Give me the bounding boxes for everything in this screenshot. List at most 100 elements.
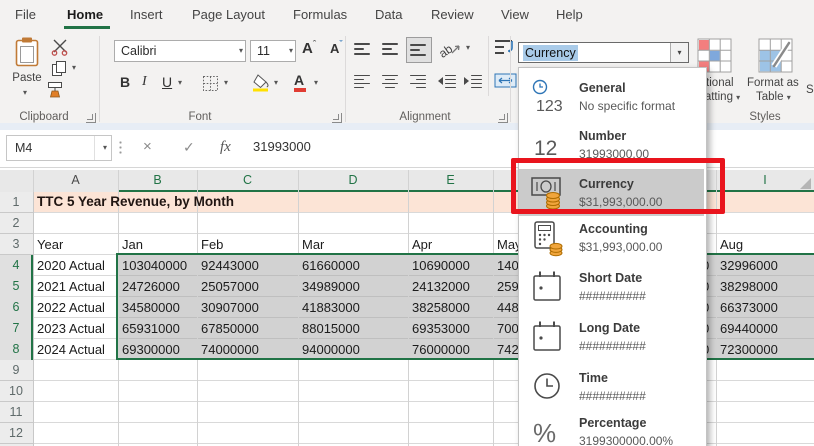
format-painter-button[interactable] <box>47 81 69 99</box>
tab-file[interactable]: File <box>15 0 36 29</box>
cell-c7[interactable]: 67850000 <box>201 318 259 339</box>
row-header-1[interactable]: 1 <box>0 192 32 213</box>
underline-chevron-icon[interactable]: ▾ <box>178 78 182 87</box>
tab-data[interactable]: Data <box>375 0 402 29</box>
tab-review[interactable]: Review <box>431 0 474 29</box>
tab-insert[interactable]: Insert <box>130 0 163 29</box>
name-box[interactable]: M4 ▾ <box>6 135 112 161</box>
font-color-button[interactable]: A <box>294 72 306 92</box>
cell-i3[interactable]: Aug <box>720 234 743 255</box>
cell-e7[interactable]: 69353000 <box>412 318 470 339</box>
cell-styles-clipped-label[interactable]: S <box>806 84 814 96</box>
cell-a6[interactable]: 2022 Actual <box>37 297 105 318</box>
enter-button[interactable]: ✓ <box>183 135 195 159</box>
format-as-table-label-line2[interactable]: Table ▾ <box>756 91 791 103</box>
decrease-indent-button[interactable] <box>438 73 456 89</box>
column-header-c[interactable]: C <box>197 170 298 191</box>
cell-f4-clipped[interactable]: 140 <box>497 255 518 276</box>
borders-button[interactable] <box>202 75 219 92</box>
font-dialog-launcher-icon[interactable] <box>332 113 342 123</box>
cell-f5-clipped[interactable]: 259 <box>497 276 518 297</box>
align-left-button[interactable] <box>354 73 370 89</box>
center-button[interactable] <box>382 73 398 89</box>
cell-d8[interactable]: 94000000 <box>302 339 360 360</box>
format-option-long-date[interactable]: Long Date ########## <box>519 316 704 362</box>
row-header-4[interactable]: 4 <box>0 255 32 276</box>
orientation-chevron-icon[interactable]: ▾ <box>466 43 470 52</box>
tab-formulas[interactable]: Formulas <box>293 0 347 29</box>
underline-button[interactable]: U <box>162 74 172 90</box>
cell-b6[interactable]: 34580000 <box>122 297 180 318</box>
cell-b8[interactable]: 69300000 <box>122 339 180 360</box>
cell-d3[interactable]: Mar <box>302 234 324 255</box>
format-option-short-date[interactable]: Short Date ########## <box>519 266 704 312</box>
row-header-12[interactable]: 12 <box>0 423 32 444</box>
cell-f8-clipped[interactable]: 742 <box>497 339 518 360</box>
wrap-text-button[interactable] <box>494 38 516 58</box>
cell-i4[interactable]: 32996000 <box>720 255 778 276</box>
increase-indent-button[interactable] <box>464 73 482 89</box>
row-header-6[interactable]: 6 <box>0 297 32 318</box>
orientation-button[interactable]: ab <box>438 39 462 59</box>
row-header-11[interactable]: 11 <box>0 402 32 423</box>
format-option-time[interactable]: Time ########## <box>519 366 704 412</box>
cell-e5[interactable]: 24132000 <box>412 276 470 297</box>
cancel-button[interactable]: × <box>143 135 152 159</box>
cell-e3[interactable]: Apr <box>412 234 432 255</box>
row-header-7[interactable]: 7 <box>0 318 32 339</box>
cell-a8[interactable]: 2024 Actual <box>37 339 105 360</box>
cell-d6[interactable]: 41883000 <box>302 297 360 318</box>
column-header-i[interactable]: I <box>716 170 814 191</box>
cell-c3[interactable]: Feb <box>201 234 223 255</box>
cell-a5[interactable]: 2021 Actual <box>37 276 105 297</box>
row-header-8[interactable]: 8 <box>0 339 32 360</box>
format-option-percentage[interactable]: % Percentage 3199300000.00% <box>519 411 704 446</box>
font-name-combo[interactable]: Calibri ▾ <box>114 40 246 62</box>
clipboard-dialog-launcher-icon[interactable] <box>86 113 96 123</box>
merge-center-button[interactable] <box>494 73 518 89</box>
cell-c6[interactable]: 30907000 <box>201 297 259 318</box>
tab-page-layout[interactable]: Page Layout <box>192 0 265 29</box>
cell-e8[interactable]: 76000000 <box>412 339 470 360</box>
cell-i8[interactable]: 72300000 <box>720 339 778 360</box>
cell-a3[interactable]: Year <box>37 234 63 255</box>
row-header-10[interactable]: 10 <box>0 381 32 402</box>
row-header-2[interactable]: 2 <box>0 213 32 234</box>
cell-d5[interactable]: 34989000 <box>302 276 360 297</box>
cell-i6[interactable]: 66373000 <box>720 297 778 318</box>
cell-f6-clipped[interactable]: 448 <box>497 297 518 318</box>
sheet-title-cell[interactable]: TTC 5 Year Revenue, by Month <box>37 192 234 213</box>
cell-e6[interactable]: 38258000 <box>412 297 470 318</box>
cell-d7[interactable]: 88015000 <box>302 318 360 339</box>
number-format-chevron-icon[interactable]: ▾ <box>670 43 688 62</box>
formula-bar-grip[interactable] <box>119 140 122 156</box>
grow-font-button[interactable]: Aˆ <box>302 39 316 57</box>
middle-align-button[interactable] <box>382 41 398 57</box>
column-header-d[interactable]: D <box>298 170 408 191</box>
cell-i7[interactable]: 69440000 <box>720 318 778 339</box>
format-as-table-icon[interactable] <box>758 38 794 74</box>
bold-button[interactable]: B <box>120 74 130 90</box>
font-color-chevron-icon[interactable]: ▾ <box>314 78 318 87</box>
insert-function-button[interactable]: fx <box>220 135 231 159</box>
tab-help[interactable]: Help <box>556 0 583 29</box>
cell-b3[interactable]: Jan <box>122 234 143 255</box>
formula-input[interactable]: 31993000 <box>253 135 311 159</box>
cell-f7-clipped[interactable]: 700 <box>497 318 518 339</box>
borders-chevron-icon[interactable]: ▾ <box>224 78 228 87</box>
format-option-general[interactable]: 123 General No specific format <box>519 76 704 122</box>
format-option-accounting[interactable]: Accounting $31,993,000.00 <box>519 217 704 263</box>
font-size-combo[interactable]: 11 ▾ <box>250 40 296 62</box>
cell-e4[interactable]: 10690000 <box>412 255 470 276</box>
alignment-dialog-launcher-icon[interactable] <box>498 113 508 123</box>
bottom-align-button[interactable] <box>406 37 432 63</box>
fill-color-button[interactable] <box>252 74 270 92</box>
cut-button[interactable] <box>50 39 70 56</box>
cell-b4[interactable]: 103040000 <box>122 255 187 276</box>
column-header-a[interactable]: A <box>33 170 118 191</box>
fill-color-chevron-icon[interactable]: ▾ <box>274 78 278 87</box>
cell-d4[interactable]: 61660000 <box>302 255 360 276</box>
paste-button[interactable]: Paste ▾ <box>8 36 46 106</box>
cell-i5[interactable]: 38298000 <box>720 276 778 297</box>
column-header-b[interactable]: B <box>118 170 197 191</box>
